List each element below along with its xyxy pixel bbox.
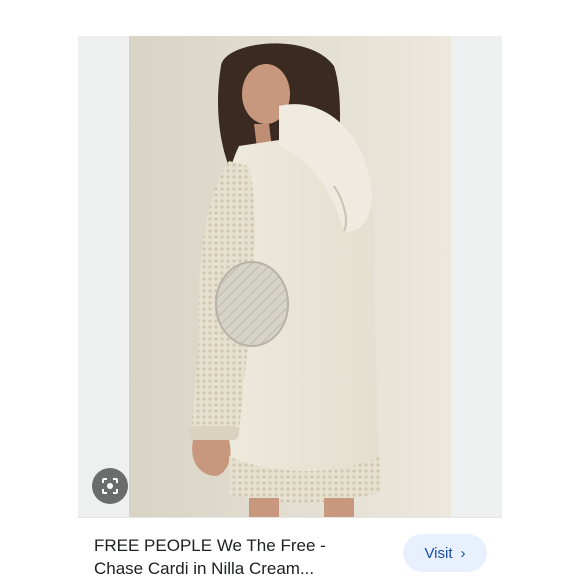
google-lens-button[interactable] (92, 468, 128, 504)
product-title[interactable]: FREE PEOPLE We The Free - Chase Cardi in… (94, 534, 394, 580)
caption-bar: FREE PEOPLE We The Free - Chase Cardi in… (78, 517, 502, 581)
google-lens-icon (102, 478, 118, 494)
product-photo[interactable] (129, 36, 451, 517)
visit-label: Visit (424, 544, 453, 562)
image-frame[interactable] (78, 36, 502, 517)
chevron-right-icon: › (460, 544, 466, 562)
visit-button[interactable]: Visit › (403, 534, 487, 572)
result-card[interactable]: FREE PEOPLE We The Free - Chase Cardi in… (78, 36, 502, 581)
